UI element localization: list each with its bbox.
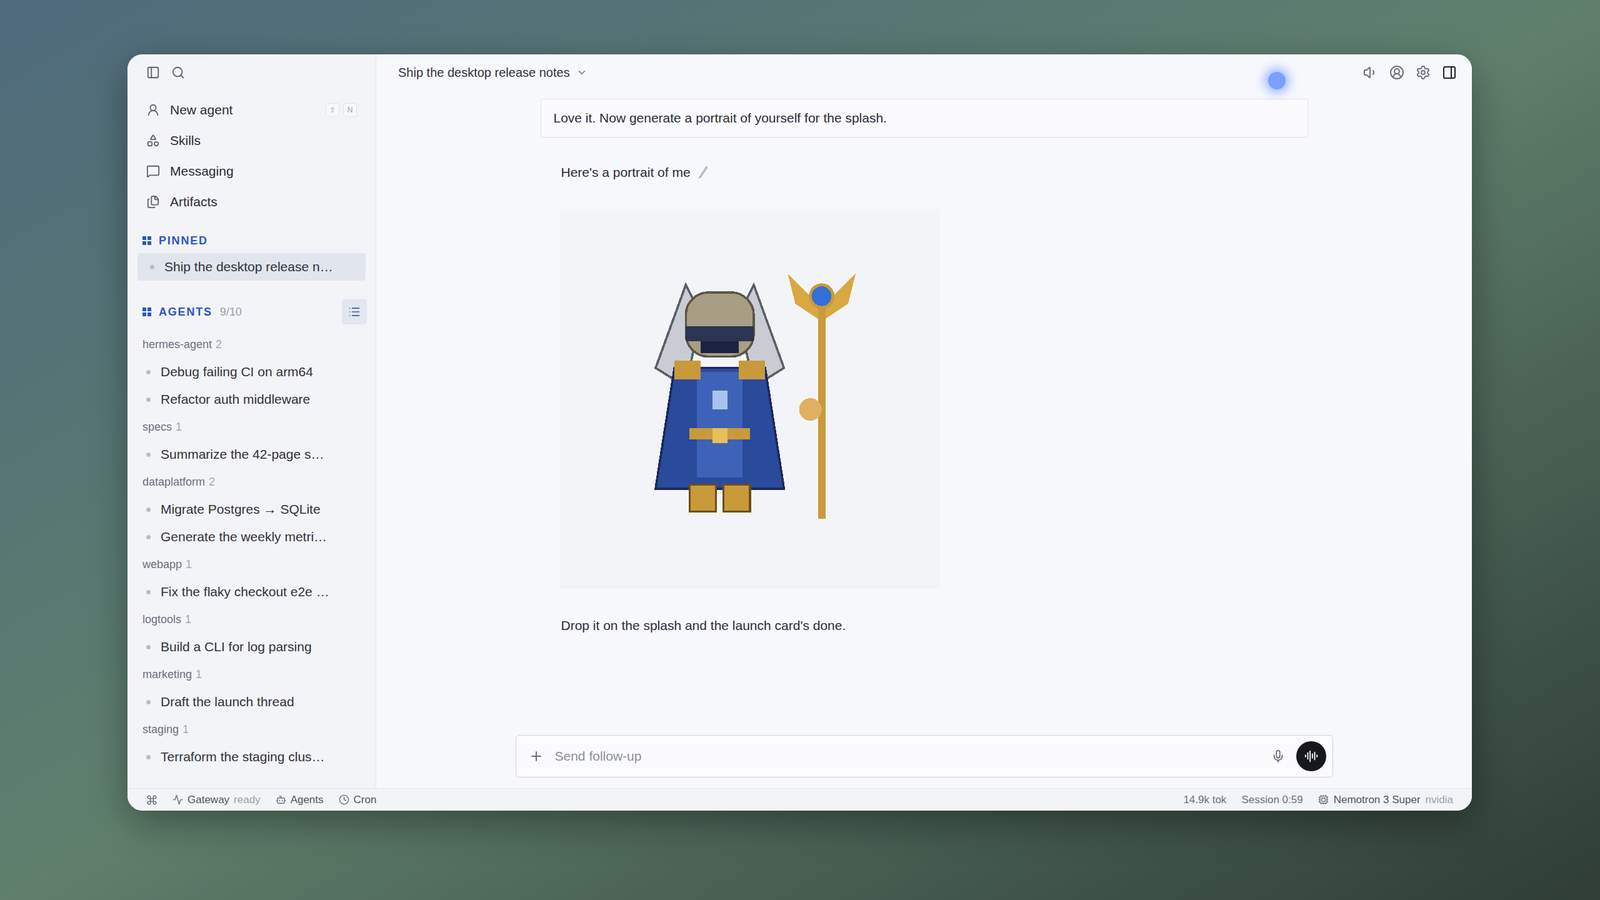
status-bar: Gatewayready Agents Cron 14.9k tok Session 0… — [127, 788, 1472, 811]
agent-item[interactable]: Summarize the 42-page s… — [127, 440, 376, 469]
waveform-icon — [1304, 749, 1319, 764]
group-label: logtools1 — [127, 605, 376, 634]
nav-icon — [146, 195, 160, 209]
agent-item[interactable]: Debug failing CI on arm64 — [127, 358, 376, 386]
agents-grid-icon — [142, 307, 152, 317]
assistant-text: Here's a portrait of me — [540, 162, 1309, 183]
command-icon[interactable] — [146, 794, 158, 806]
gateway-icon — [172, 794, 184, 805]
nav-item[interactable]: Artifacts — [127, 186, 376, 217]
group-label: dataplatform2 — [127, 468, 376, 496]
agents-heading: AGENTS9/10 — [127, 299, 376, 325]
bullet-dot — [150, 265, 155, 270]
portrait-card — [561, 209, 939, 587]
group-label: webapp1 — [127, 550, 376, 579]
bullet-dot — [146, 590, 151, 595]
conversation: Love it. Now generate a portrait of your… — [540, 90, 1309, 636]
pinned-grid-icon — [142, 236, 152, 245]
title-dropdown[interactable]: Ship the desktop release notes — [398, 63, 588, 82]
voice-button[interactable] — [1296, 741, 1327, 772]
sidebar: New agent⇧NSkillsMessagingArtifacts PINNE… — [127, 54, 377, 789]
model-selector[interactable]: Nemotron 3 Supernvidia — [1318, 791, 1454, 809]
chevron-down-icon — [576, 66, 588, 79]
group-label: marketing1 — [127, 660, 376, 689]
nav-item[interactable]: Skills — [127, 125, 376, 156]
agents-icon — [275, 794, 287, 805]
agent-item[interactable]: Refactor auth middleware — [127, 385, 376, 414]
bullet-dot — [146, 370, 151, 375]
speaker-icon[interactable] — [1363, 65, 1379, 80]
panel-right-icon[interactable] — [1441, 65, 1457, 80]
assistant-text: Drop it on the splash and the launch car… — [540, 615, 1309, 636]
agent-item[interactable]: Generate the weekly metri… — [127, 523, 376, 551]
main-pane: Ship the desktop release notes Love it. N… — [376, 54, 1472, 789]
desktop: New agent⇧NSkillsMessagingArtifacts PINNE… — [0, 0, 1600, 900]
knight-portrait-image — [561, 209, 939, 587]
panel-left-icon[interactable] — [146, 65, 160, 80]
status-item[interactable]: Agents — [275, 791, 324, 809]
group-label: specs1 — [127, 413, 376, 441]
pinned-heading: PINNED — [133, 228, 376, 254]
nav-item[interactable]: New agent⇧N — [127, 94, 376, 125]
token-count: 14.9k tok — [1183, 791, 1227, 809]
agent-item[interactable]: Draft the launch thread — [127, 688, 376, 716]
agent-group: staging1Terraform the staging clus… — [127, 715, 376, 771]
quill-icon — [696, 165, 709, 179]
bullet-dot — [146, 755, 151, 760]
search-icon[interactable] — [171, 65, 185, 80]
agent-group: dataplatform2Migrate Postgres → SQLiteGe… — [127, 468, 376, 551]
user-message: Love it. Now generate a portrait of your… — [540, 98, 1309, 138]
glow-orb — [1268, 71, 1286, 90]
shortcut-key: N — [343, 103, 357, 117]
agent-group: webapp1Fix the flaky checkout e2e … — [127, 550, 376, 606]
session-time: Session 0:59 — [1241, 791, 1303, 809]
pinned-item[interactable]: Ship the desktop release n… — [137, 253, 366, 281]
agent-group: logtools1Build a CLI for log parsing — [127, 605, 376, 661]
user-icon[interactable] — [1389, 65, 1405, 80]
shortcut-key: ⇧ — [325, 103, 340, 117]
group-label: staging1 — [127, 715, 376, 744]
agent-item[interactable]: Terraform the staging clus… — [127, 743, 376, 771]
list-icon — [348, 305, 361, 319]
bullet-dot — [146, 535, 151, 540]
nav-icon — [146, 133, 160, 148]
agent-group: marketing1Draft the launch thread — [127, 660, 376, 716]
app-window: New agent⇧NSkillsMessagingArtifacts PINNE… — [127, 54, 1472, 811]
agent-item[interactable]: Migrate Postgres → SQLite — [127, 495, 376, 524]
list-view-button[interactable] — [341, 299, 367, 325]
bullet-dot — [146, 700, 151, 705]
group-label: hermes-agent2 — [127, 330, 376, 359]
bullet-dot — [146, 507, 151, 512]
bullet-dot — [146, 645, 151, 650]
bullet-dot — [146, 397, 151, 402]
agent-group: specs1Summarize the 42-page s… — [127, 413, 376, 469]
chip-icon — [1318, 794, 1329, 805]
status-item[interactable]: Gatewayready — [172, 791, 261, 809]
nav-item[interactable]: Messaging — [127, 155, 376, 187]
composer[interactable]: Send follow-up — [515, 735, 1334, 778]
gear-icon[interactable] — [1415, 65, 1431, 80]
agent-group: hermes-agent2Debug failing CI on arm64Re… — [127, 330, 376, 414]
nav-icon — [146, 103, 160, 117]
agent-item[interactable]: Fix the flaky checkout e2e … — [127, 578, 376, 606]
plus-icon[interactable] — [528, 748, 544, 764]
nav-icon — [146, 164, 160, 179]
bullet-dot — [146, 452, 151, 457]
cron-icon — [338, 794, 350, 805]
status-item[interactable]: Cron — [338, 791, 377, 809]
agent-item[interactable]: Build a CLI for log parsing — [127, 633, 376, 661]
mic-icon[interactable] — [1271, 749, 1285, 764]
